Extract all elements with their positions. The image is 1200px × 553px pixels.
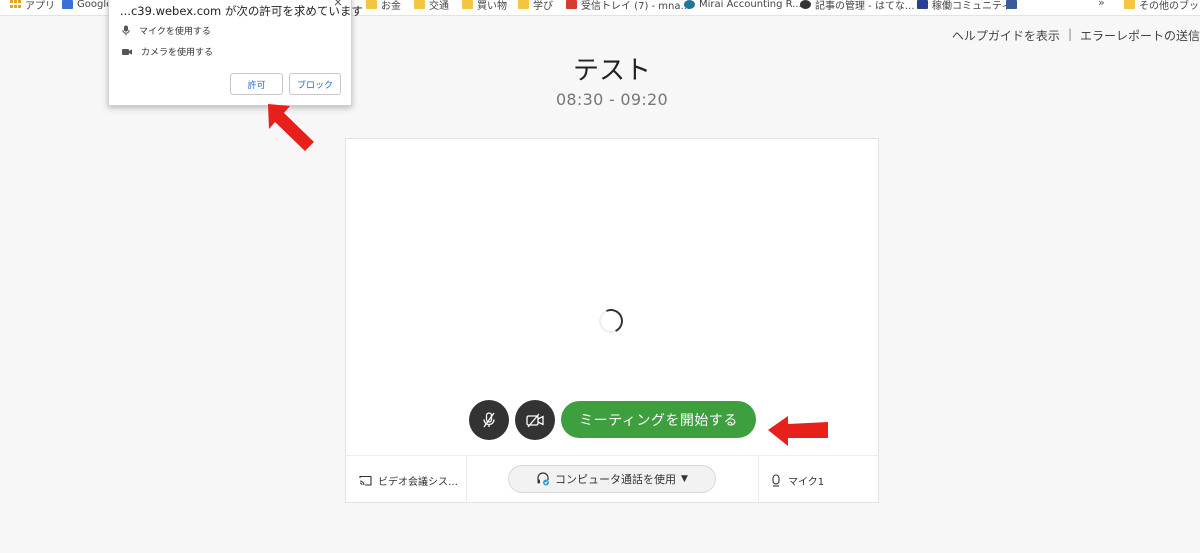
- mic-label: マイク1: [788, 476, 825, 488]
- bookmark-shopping[interactable]: 買い物: [462, 0, 507, 12]
- bookmark-mirai[interactable]: Mirai Accounting R...: [684, 0, 802, 11]
- mic-permission: マイクを使用する: [122, 24, 211, 37]
- mic-select[interactable]: マイク1: [758, 456, 878, 504]
- close-icon[interactable]: ×: [333, 0, 343, 9]
- help-guide-link[interactable]: ヘルプガイドを表示: [952, 27, 1060, 44]
- bookmark-learning[interactable]: 学び: [518, 0, 553, 12]
- annotation-arrow-icon: [768, 416, 828, 446]
- cast-icon: [359, 475, 372, 486]
- bookmark-transport[interactable]: 交通: [414, 0, 449, 12]
- loading-spinner-icon: [595, 305, 627, 337]
- error-report-link[interactable]: エラーレポートの送信: [1080, 27, 1200, 44]
- mic-icon: [772, 473, 780, 487]
- bookmark-hatena[interactable]: 記事の管理 - はてな...: [800, 0, 915, 12]
- video-off-icon: [526, 413, 544, 428]
- chevron-down-icon: ▼: [681, 474, 688, 484]
- folder-icon: [366, 0, 377, 9]
- popup-title: ...c39.webex.com が次の許可を求めています: [120, 4, 363, 18]
- mute-button[interactable]: [469, 400, 509, 440]
- bookmark-facebook[interactable]: [1006, 0, 1021, 11]
- folder-icon: [462, 0, 473, 9]
- card-footer: ビデオ会議シス… コンピュータ通話を使用 ▼ マイク1: [346, 455, 878, 504]
- permission-popup: ...c39.webex.com が次の許可を求めています × マイクを使用する…: [108, 0, 363, 106]
- video-button[interactable]: [515, 400, 555, 440]
- folder-icon: [414, 0, 425, 9]
- block-button[interactable]: ブロック: [289, 73, 341, 95]
- bookmark-google[interactable]: Google: [62, 0, 112, 11]
- mic-muted-icon: [483, 412, 495, 428]
- bookmark-community[interactable]: 稼働コミュニティ: [917, 0, 1011, 12]
- hatena-icon: [800, 0, 811, 9]
- camera-permission: カメラを使用する: [122, 45, 213, 58]
- audio-connection-dropdown[interactable]: コンピュータ通話を使用 ▼: [508, 465, 716, 493]
- bookmark-money[interactable]: お金: [366, 0, 401, 12]
- bookmark-apps[interactable]: アプリ: [10, 0, 55, 12]
- video-system-button[interactable]: ビデオ会議シス…: [346, 456, 467, 504]
- gmail-icon: [566, 0, 577, 9]
- camera-icon: [122, 48, 132, 55]
- audio-option-label: コンピュータ通話を使用: [555, 473, 677, 486]
- video-system-label: ビデオ会議シス…: [378, 476, 458, 488]
- headset-icon: [537, 472, 550, 486]
- separator: |: [1067, 27, 1072, 41]
- bookmark-inbox[interactable]: 受信トレイ (7) - mna...: [566, 0, 690, 12]
- start-meeting-button[interactable]: ミーティングを開始する: [561, 401, 756, 438]
- apps-icon: [10, 0, 21, 9]
- help-links: ヘルプガイドを表示 | エラーレポートの送信: [952, 27, 1200, 44]
- bookmark-other[interactable]: その他のブックマーク: [1124, 0, 1200, 12]
- folder-icon: [518, 0, 529, 9]
- annotation-arrow-icon: [268, 104, 314, 151]
- wordpress-icon: [684, 0, 695, 9]
- allow-button[interactable]: 許可: [230, 73, 283, 95]
- facebook-icon: [1006, 0, 1017, 9]
- site-icon: [917, 0, 928, 9]
- mic-permission-label: マイクを使用する: [139, 27, 211, 37]
- folder-icon: [1124, 0, 1135, 9]
- mic-icon: [122, 25, 130, 36]
- google-icon: [62, 0, 73, 9]
- bookmarks-overflow-button[interactable]: »: [1098, 0, 1105, 9]
- camera-permission-label: カメラを使用する: [141, 48, 214, 58]
